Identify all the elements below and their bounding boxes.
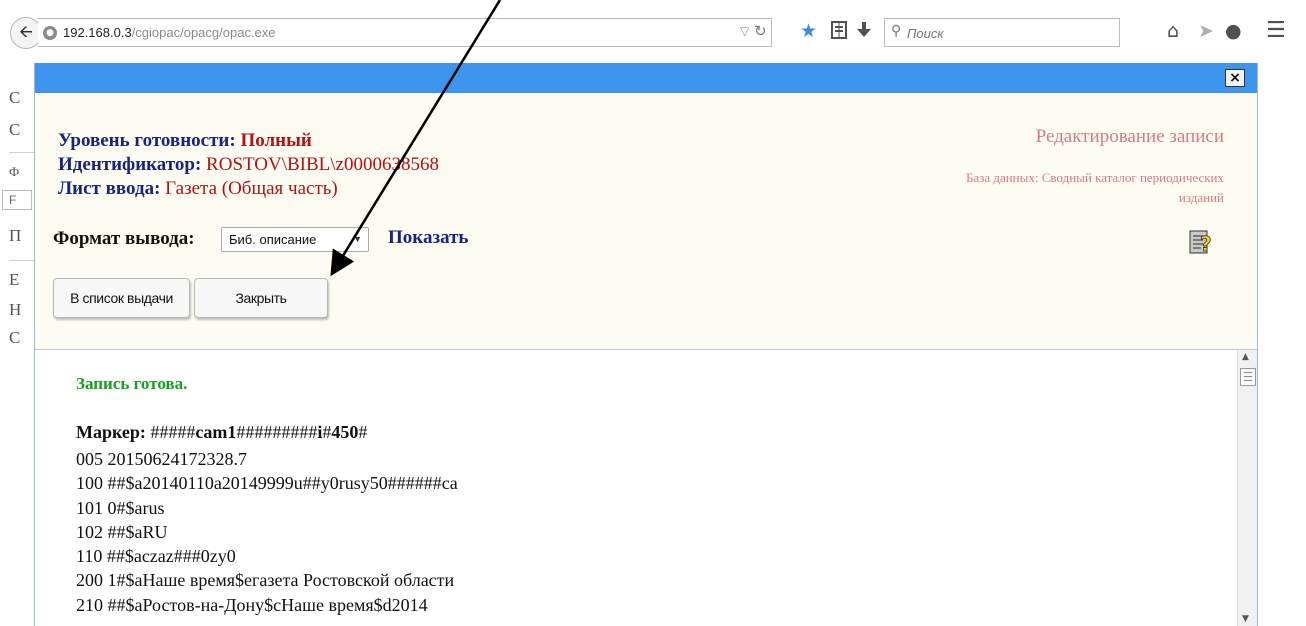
bg-menu-letter[interactable]: С (9, 120, 20, 140)
readiness-value: Полный (240, 130, 312, 151)
bg-menu-letter[interactable]: С (9, 88, 20, 108)
format-select-value: Биб. описание (229, 232, 317, 247)
marker-part: 450 (331, 422, 359, 442)
send-icon[interactable]: ➤ (1198, 20, 1214, 42)
download-icon[interactable] (856, 20, 872, 45)
marker-label: Маркер: (76, 422, 146, 442)
bg-menu-letter[interactable]: Н (9, 300, 21, 320)
record-field: 210 ##$aРостов-на-Дону$cНаше время$d2014 (76, 594, 428, 615)
bg-divider (9, 260, 35, 261)
bg-menu-letter[interactable]: Е (9, 270, 19, 290)
scroll-thumb[interactable] (1240, 368, 1256, 386)
hamburger-menu-icon[interactable]: ☰ (1266, 20, 1286, 42)
chat-icon[interactable]: ● (1225, 20, 1242, 42)
close-button[interactable]: Закрыть (194, 278, 328, 318)
reload-icon[interactable]: ↻ (754, 22, 767, 40)
identifier-label: Идентификатор: (58, 154, 202, 175)
url-text: 192.168.0.3/cgiopac/opacg/opac.exe (63, 25, 276, 40)
database-name: База данных: Сводный каталог периодическ… (965, 170, 1224, 205)
chevron-down-icon[interactable]: ▽ (740, 24, 749, 38)
identifier-row: Идентификатор: ROSTOV\BIBL\z0000638568 (58, 154, 439, 176)
bg-divider (9, 152, 35, 153)
add-to-issue-list-button[interactable]: В список выдачи (53, 278, 190, 318)
dialog-titlebar[interactable]: × (35, 63, 1257, 93)
address-bar[interactable]: ● 192.168.0.3/cgiopac/opacg/opac.exe ▽ ↻ (38, 18, 772, 47)
globe-icon: ● (43, 26, 57, 40)
chevron-down-icon: ▼ (353, 234, 362, 244)
edit-record-title: Редактирование записи (1035, 126, 1224, 147)
record-field: 100 ##$a20140110a20149999u##y0rusy50####… (76, 473, 458, 494)
search-box[interactable]: ⚲ (884, 18, 1120, 47)
bg-menu-letter: Ф (9, 164, 20, 179)
record-status: Запись готова. (76, 374, 188, 393)
readiness-row: Уровень готовности: Полный (58, 130, 312, 152)
reading-list-icon[interactable] (830, 20, 848, 45)
record-field: 101 0#$arus (76, 497, 165, 518)
marker-part: ######### (236, 422, 318, 442)
browser-toolbar: 🡨 ● 192.168.0.3/cgiopac/opacg/opac.exe ▽… (0, 0, 1306, 62)
url-host: 192.168.0.3 (63, 25, 132, 40)
record-content: Запись готова. Маркер: #####cam1########… (35, 350, 1237, 626)
url-path: /cgiopac/opacg/opac.exe (131, 25, 276, 40)
record-field: 110 ##$aczaz###0zy0 (76, 546, 236, 567)
format-label: Формат вывода: (53, 228, 195, 249)
bg-menu-letter[interactable]: С (9, 328, 20, 348)
svg-text:?: ? (1200, 232, 1212, 256)
bg-input[interactable]: F (2, 190, 32, 210)
help-book-icon[interactable]: ? (1187, 227, 1217, 257)
input-sheet-value: Газета (Общая часть) (165, 178, 338, 199)
identifier-value: ROSTOV\BIBL\z0000638568 (206, 154, 439, 175)
record-dialog: × Уровень готовности: Полный Идентификат… (34, 63, 1258, 626)
record-field: 200 1#$aНаше время$eгазета Ростовской об… (76, 570, 455, 591)
readiness-label: Уровень готовности: (58, 130, 236, 151)
search-icon: ⚲ (891, 23, 902, 39)
record-field: 102 ##$aRU (76, 521, 168, 542)
home-icon[interactable]: ⌂ (1167, 20, 1179, 42)
format-select[interactable]: Биб. описание ▼ (221, 227, 369, 252)
input-sheet-row: Лист ввода: Газета (Общая часть) (58, 178, 338, 200)
marker-part: cam1 (195, 422, 237, 442)
record-fields: 005 20150624172328.7 100 ##$a20140110a20… (76, 447, 458, 617)
marker-part: ##### (150, 422, 196, 442)
close-icon[interactable]: × (1225, 69, 1245, 87)
bg-menu-letter[interactable]: П (9, 226, 21, 246)
marker-part: # (358, 422, 368, 442)
input-sheet-label: Лист ввода: (58, 178, 161, 199)
scroll-up-icon[interactable]: ▲ (1242, 352, 1249, 362)
search-input[interactable] (907, 23, 1107, 43)
record-field: 005 20150624172328.7 (76, 449, 247, 469)
star-icon[interactable]: ★ (800, 20, 817, 42)
scroll-down-icon[interactable]: ▼ (1242, 614, 1249, 624)
content-scrollbar[interactable]: ▲ ▼ (1237, 350, 1257, 626)
marker-line: Маркер: #####cam1#########i#450# (76, 422, 367, 443)
bg-input-text: F (9, 193, 17, 207)
show-link[interactable]: Показать (388, 227, 468, 249)
